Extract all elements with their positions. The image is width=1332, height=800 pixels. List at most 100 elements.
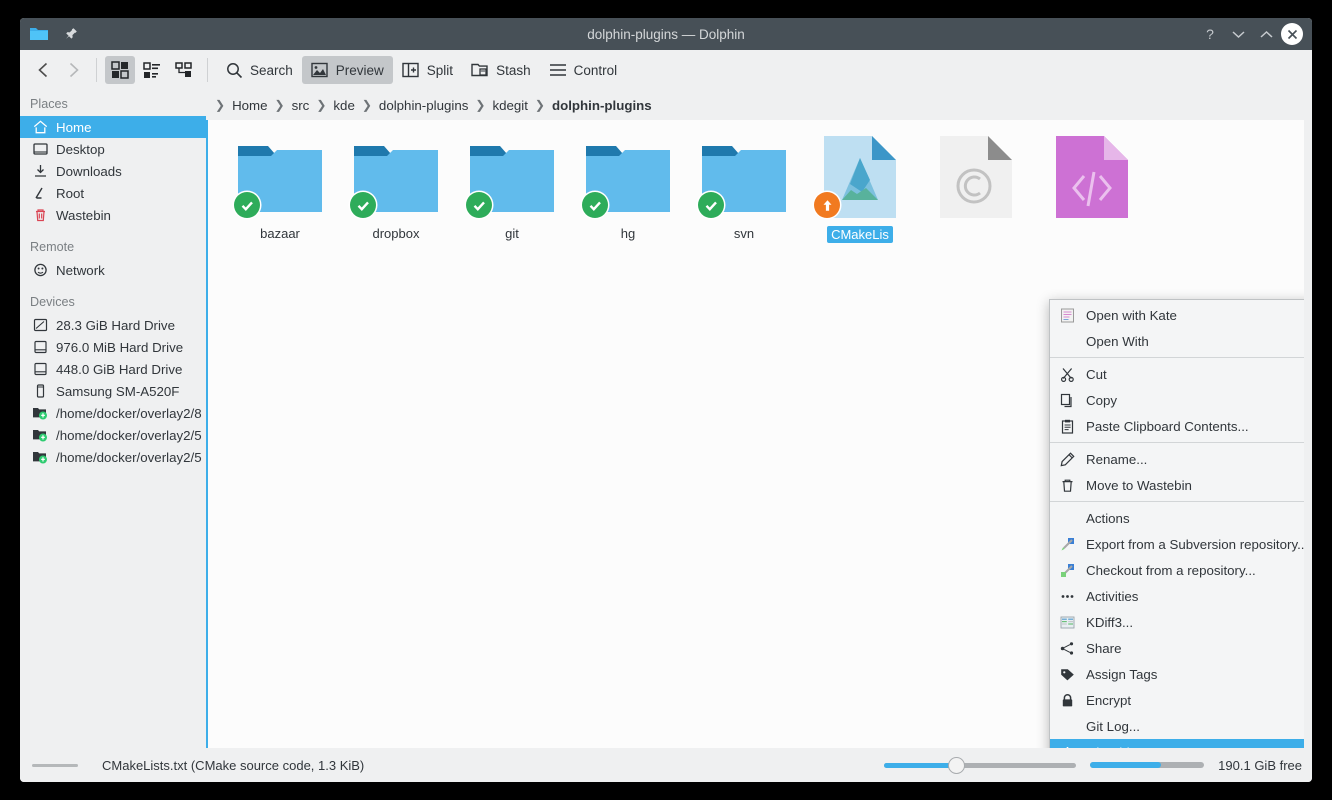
- compact-view-button[interactable]: [137, 56, 167, 84]
- sidebar-item-home[interactable]: Home: [20, 116, 206, 138]
- menu-item-svn-checkout[interactable]: Checkout from a repository...: [1050, 557, 1304, 583]
- help-button[interactable]: ?: [1197, 21, 1223, 47]
- menu-item-copy[interactable]: Copy Ctrl+C: [1050, 387, 1304, 413]
- menu-item-actions[interactable]: Actions ❯: [1050, 505, 1304, 531]
- sidebar-item-home-label: Home: [56, 120, 91, 135]
- breadcrumb[interactable]: ❯ Home ❯ src ❯ kde ❯ dolphin-plugins ❯ k…: [206, 90, 1312, 120]
- menu-item-assign-tags[interactable]: Assign Tags ❯: [1050, 661, 1304, 687]
- file-name: bazaar: [260, 226, 300, 241]
- menu-item-git-add[interactable]: Git Add: [1050, 739, 1304, 748]
- menu-item-label: Activities: [1086, 589, 1304, 604]
- preview-icon: [311, 62, 329, 78]
- sidebar-item-mount-3-label: /home/docker/overlay2/5: [56, 450, 202, 465]
- menu-item-encrypt[interactable]: Encrypt: [1050, 687, 1304, 713]
- sidebar-item-wastebin[interactable]: Wastebin: [20, 204, 206, 226]
- breadcrumb-item-current[interactable]: dolphin-plugins: [548, 97, 656, 114]
- places-group-title: Places: [20, 92, 206, 116]
- sidebar-item-drive-1[interactable]: 28.3 GiB Hard Drive: [20, 314, 206, 336]
- file-view[interactable]: bazaar dropbox: [206, 120, 1304, 748]
- sidebar-item-phone[interactable]: Samsung SM-A520F: [20, 380, 206, 402]
- menu-item-kdiff3[interactable]: KDiff3... ❯: [1050, 609, 1304, 635]
- file-name: dropbox: [373, 226, 420, 241]
- menu-item-git-log[interactable]: Git Log...: [1050, 713, 1304, 739]
- menu-item-label: Open With: [1086, 334, 1304, 349]
- remote-group-title: Remote: [20, 226, 206, 259]
- menu-item-svn-export[interactable]: Export from a Subversion repository...: [1050, 531, 1304, 557]
- sidebar-item-desktop[interactable]: Desktop: [20, 138, 206, 160]
- file-item[interactable]: dropbox: [338, 134, 454, 243]
- sidebar-item-drive-2[interactable]: 976.0 MiB Hard Drive: [20, 336, 206, 358]
- sidebar-item-mount-3[interactable]: /home/docker/overlay2/5: [20, 446, 206, 468]
- chevron-right-icon: ❯: [214, 98, 226, 112]
- free-space-fill: [1090, 762, 1161, 768]
- sidebar-item-network[interactable]: Network: [20, 259, 206, 281]
- free-space-bar[interactable]: [1090, 762, 1204, 768]
- file-item[interactable]: bazaar: [222, 134, 338, 243]
- sidebar-item-root[interactable]: Root: [20, 182, 206, 204]
- menu-item-activities[interactable]: Activities ❯: [1050, 583, 1304, 609]
- cmake-file-icon: [812, 134, 908, 220]
- folder-icon: [348, 134, 444, 220]
- forward-button[interactable]: [58, 56, 88, 84]
- menu-item-label: Encrypt: [1086, 693, 1304, 708]
- sidebar-item-drive-3[interactable]: 448.0 GiB Hard Drive: [20, 358, 206, 380]
- breadcrumb-item-dolphin-plugins[interactable]: dolphin-plugins: [375, 97, 472, 114]
- menu-item-label: Git Add: [1086, 745, 1304, 749]
- menu-item-label: Copy: [1086, 393, 1304, 408]
- zoom-slider-fill: [884, 763, 957, 768]
- panel-resize-handle[interactable]: [32, 764, 78, 767]
- menu-item-label: KDiff3...: [1086, 615, 1304, 630]
- breadcrumb-item-kdegit[interactable]: kdegit: [488, 97, 531, 114]
- breadcrumb-item-src[interactable]: src: [288, 97, 314, 114]
- file-item[interactable]: svn: [686, 134, 802, 243]
- stash-button[interactable]: Stash: [462, 56, 540, 84]
- back-button[interactable]: [28, 56, 58, 84]
- download-icon: [32, 163, 48, 179]
- window-title: dolphin-plugins — Dolphin: [20, 27, 1312, 42]
- code-file-icon: [1044, 134, 1140, 220]
- svn-checkout-icon: [1058, 563, 1076, 578]
- lock-icon: [1058, 693, 1076, 708]
- preview-button[interactable]: Preview: [302, 56, 393, 84]
- details-view-button[interactable]: [169, 56, 199, 84]
- status-emblem-modified: [814, 192, 840, 218]
- status-bar: CMakeLists.txt (CMake source code, 1.3 K…: [20, 748, 1312, 782]
- file-item[interactable]: hg: [570, 134, 686, 243]
- icons-view-button[interactable]: [105, 56, 135, 84]
- menu-item-paste[interactable]: Paste Clipboard Contents... Ctrl+V: [1050, 413, 1304, 439]
- breadcrumb-item-home[interactable]: Home: [228, 97, 271, 114]
- hamburger-icon: [549, 63, 567, 77]
- sidebar-item-wastebin-label: Wastebin: [56, 208, 111, 223]
- mount-icon: [32, 427, 48, 443]
- pin-icon[interactable]: [60, 23, 82, 45]
- menu-item-rename[interactable]: Rename... F2: [1050, 446, 1304, 472]
- sidebar-item-downloads[interactable]: Downloads: [20, 160, 206, 182]
- file-item[interactable]: git: [454, 134, 570, 243]
- close-button[interactable]: [1281, 23, 1303, 45]
- minimize-button[interactable]: [1225, 21, 1251, 47]
- control-button[interactable]: Control: [540, 56, 627, 84]
- cut-icon: [1058, 367, 1076, 382]
- file-name: CMakeLis: [827, 226, 893, 243]
- menu-item-share[interactable]: Share ❯: [1050, 635, 1304, 661]
- sidebar-item-mount-2[interactable]: /home/docker/overlay2/5: [20, 424, 206, 446]
- sidebar-item-mount-1[interactable]: /home/docker/overlay2/8: [20, 402, 206, 424]
- menu-item-open-with-kate[interactable]: Open with Kate: [1050, 302, 1304, 328]
- breadcrumb-item-kde[interactable]: kde: [329, 97, 358, 114]
- zoom-slider-handle[interactable]: [948, 757, 965, 774]
- menu-item-cut[interactable]: Cut Ctrl+X: [1050, 361, 1304, 387]
- maximize-button[interactable]: [1253, 21, 1279, 47]
- context-menu[interactable]: Open with Kate Open With ❯ Cut Ctrl+X: [1049, 299, 1304, 748]
- places-panel: Places Home Desktop Downloads: [20, 90, 206, 748]
- pencil-icon: [1058, 452, 1076, 467]
- file-item-selected[interactable]: CMakeLis: [802, 134, 918, 243]
- zoom-slider[interactable]: [884, 756, 1076, 774]
- phone-icon: [32, 383, 48, 399]
- menu-item-move-to-wastebin[interactable]: Move to Wastebin Del: [1050, 472, 1304, 498]
- kate-icon: [1058, 308, 1076, 323]
- file-item[interactable]: [1034, 134, 1150, 243]
- search-button[interactable]: Search: [216, 56, 302, 84]
- file-item[interactable]: [918, 134, 1034, 243]
- menu-item-open-with[interactable]: Open With ❯: [1050, 328, 1304, 354]
- split-button[interactable]: Split: [393, 56, 462, 84]
